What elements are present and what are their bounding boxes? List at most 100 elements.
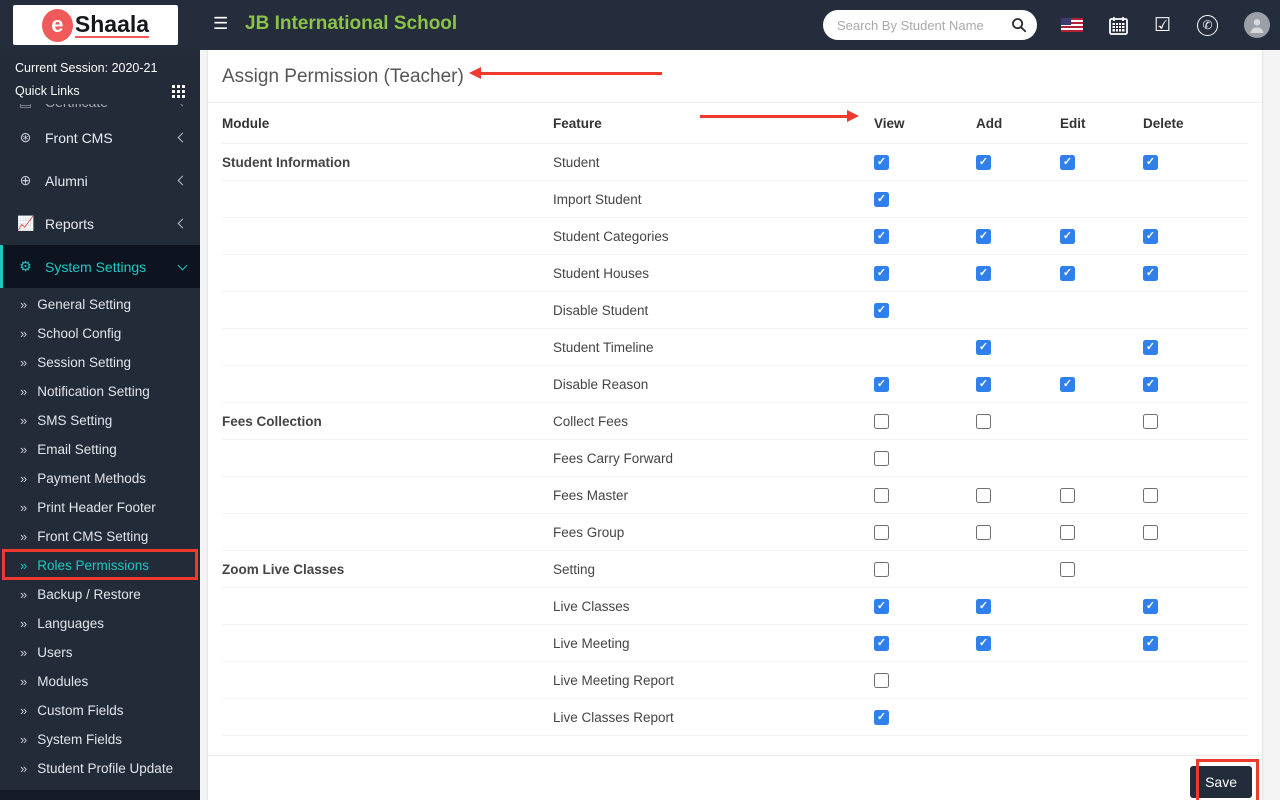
double-chevron-icon: » bbox=[20, 761, 28, 776]
permission-checkbox-add[interactable]: ✓ bbox=[976, 228, 991, 244]
submenu-item-label: SMS Setting bbox=[37, 413, 113, 428]
search-input[interactable] bbox=[837, 17, 1011, 33]
sidebar-item-alumni[interactable]: ⊕ Alumni bbox=[0, 159, 200, 202]
permission-checkbox-add[interactable]: ✓ bbox=[976, 265, 991, 281]
permission-checkbox-view[interactable]: ✓ bbox=[874, 709, 889, 725]
delete-cell: ✓ bbox=[1143, 143, 1248, 181]
permission-checkbox-edit[interactable]: ✓ bbox=[1060, 265, 1075, 281]
permission-checkbox-view[interactable] bbox=[874, 450, 889, 466]
permission-checkbox-edit[interactable] bbox=[1060, 487, 1075, 503]
permission-checkbox-view[interactable]: ✓ bbox=[874, 265, 889, 281]
permission-checkbox-add[interactable]: ✓ bbox=[976, 339, 991, 355]
delete-cell bbox=[1143, 550, 1248, 588]
hamburger-menu-icon[interactable]: ☰ bbox=[213, 14, 228, 34]
quick-links[interactable]: Quick Links bbox=[0, 75, 200, 104]
view-cell: ✓ bbox=[874, 624, 976, 662]
submenu-item-school-config[interactable]: » School Config bbox=[0, 319, 200, 348]
module-cell bbox=[222, 365, 553, 403]
permission-checkbox-view[interactable] bbox=[874, 561, 889, 577]
delete-cell bbox=[1143, 402, 1248, 440]
submenu-item-student-profile-update[interactable]: » Student Profile Update bbox=[0, 754, 200, 783]
permission-checkbox-add[interactable] bbox=[976, 524, 991, 540]
submenu-item-custom-fields[interactable]: » Custom Fields bbox=[0, 696, 200, 725]
permission-checkbox-delete[interactable] bbox=[1143, 524, 1158, 540]
permission-checkbox-add[interactable]: ✓ bbox=[976, 598, 991, 614]
permission-checkbox-edit[interactable] bbox=[1060, 561, 1075, 577]
submenu-item-email-setting[interactable]: » Email Setting bbox=[0, 435, 200, 464]
add-cell: ✓ bbox=[976, 143, 1060, 181]
sidebar-item-system-settings[interactable]: ⚙ System Settings bbox=[0, 245, 200, 288]
permission-checkbox-delete[interactable]: ✓ bbox=[1143, 635, 1158, 651]
search-icon[interactable] bbox=[1011, 17, 1027, 33]
permission-checkbox-add[interactable] bbox=[976, 413, 991, 429]
permission-checkbox-view[interactable]: ✓ bbox=[874, 635, 889, 651]
permission-checkbox-view[interactable] bbox=[874, 672, 889, 688]
submenu-item-print-header-footer[interactable]: » Print Header Footer bbox=[0, 493, 200, 522]
submenu-item-session-setting[interactable]: » Session Setting bbox=[0, 348, 200, 377]
view-cell: ✓ bbox=[874, 698, 976, 736]
user-avatar[interactable] bbox=[1244, 12, 1270, 38]
sidebar-item-certificate-clipped[interactable]: ▤ Certificate bbox=[0, 104, 200, 116]
permission-checkbox-add[interactable]: ✓ bbox=[976, 635, 991, 651]
table-row: Live Meeting ✓ ✓ ✓ bbox=[222, 624, 1248, 662]
permission-checkbox-view[interactable]: ✓ bbox=[874, 154, 889, 170]
double-chevron-icon: » bbox=[20, 442, 28, 457]
submenu-item-payment-methods[interactable]: » Payment Methods bbox=[0, 464, 200, 493]
permissions-table-wrap: Module Feature View Add Edit Delete Stud… bbox=[208, 103, 1262, 736]
permission-checkbox-delete[interactable]: ✓ bbox=[1143, 598, 1158, 614]
permission-checkbox-add[interactable]: ✓ bbox=[976, 376, 991, 392]
permission-checkbox-view[interactable]: ✓ bbox=[874, 376, 889, 392]
permission-checkbox-delete[interactable] bbox=[1143, 487, 1158, 503]
edit-cell bbox=[1060, 587, 1143, 625]
permission-checkbox-edit[interactable]: ✓ bbox=[1060, 376, 1075, 392]
permission-checkbox-view[interactable] bbox=[874, 487, 889, 503]
save-button[interactable]: Save bbox=[1190, 766, 1252, 798]
whatsapp-icon[interactable]: ✆ bbox=[1197, 14, 1218, 36]
app-logo[interactable]: e Shaala bbox=[13, 5, 178, 45]
permission-checkbox-view[interactable]: ✓ bbox=[874, 598, 889, 614]
table-row: Student Information Student ✓ ✓ ✓ ✓ bbox=[222, 143, 1248, 181]
sidebar-item-reports[interactable]: 📈 Reports bbox=[0, 202, 200, 245]
student-search bbox=[823, 10, 1037, 40]
submenu-item-sms-setting[interactable]: » SMS Setting bbox=[0, 406, 200, 435]
permission-checkbox-view[interactable]: ✓ bbox=[874, 302, 889, 318]
permission-checkbox-add[interactable]: ✓ bbox=[976, 154, 991, 170]
permission-checkbox-edit[interactable] bbox=[1060, 524, 1075, 540]
delete-cell bbox=[1143, 661, 1248, 699]
permission-checkbox-edit[interactable]: ✓ bbox=[1060, 154, 1075, 170]
submenu-item-modules[interactable]: » Modules bbox=[0, 667, 200, 696]
permission-checkbox-delete[interactable] bbox=[1143, 413, 1158, 429]
school-name-title: JB International School bbox=[245, 13, 458, 34]
add-cell bbox=[976, 513, 1060, 551]
double-chevron-icon: » bbox=[20, 471, 28, 486]
submenu-item-system-fields[interactable]: » System Fields bbox=[0, 725, 200, 754]
submenu-item-front-cms-setting[interactable]: » Front CMS Setting bbox=[0, 522, 200, 551]
permission-checkbox-edit[interactable]: ✓ bbox=[1060, 228, 1075, 244]
permission-checkbox-view[interactable] bbox=[874, 524, 889, 540]
submenu-item-general-setting[interactable]: » General Setting bbox=[0, 290, 200, 319]
permission-checkbox-delete[interactable]: ✓ bbox=[1143, 339, 1158, 355]
permission-checkbox-delete[interactable]: ✓ bbox=[1143, 265, 1158, 281]
double-chevron-icon: » bbox=[20, 645, 28, 660]
module-cell bbox=[222, 291, 553, 329]
submenu-item-languages[interactable]: » Languages bbox=[0, 609, 200, 638]
sidebar-item-front-cms[interactable]: ⊛ Front CMS bbox=[0, 116, 200, 159]
permission-checkbox-delete[interactable]: ✓ bbox=[1143, 376, 1158, 392]
submenu-item-notification-setting[interactable]: » Notification Setting bbox=[0, 377, 200, 406]
submenu-item-label: Roles Permissions bbox=[37, 558, 150, 573]
edit-cell bbox=[1060, 661, 1143, 699]
logo-e-icon: e bbox=[41, 8, 73, 42]
permission-checkbox-add[interactable] bbox=[976, 487, 991, 503]
submenu-item-roles-permissions[interactable]: » Roles Permissions bbox=[0, 549, 200, 580]
permission-checkbox-view[interactable]: ✓ bbox=[874, 228, 889, 244]
permission-checkbox-delete[interactable]: ✓ bbox=[1143, 228, 1158, 244]
submenu-item-users[interactable]: » Users bbox=[0, 638, 200, 667]
submenu-item-backup-restore[interactable]: » Backup / Restore bbox=[0, 580, 200, 609]
permission-checkbox-view[interactable] bbox=[874, 413, 889, 429]
permission-checkbox-delete[interactable]: ✓ bbox=[1143, 154, 1158, 170]
permission-checkbox-view[interactable]: ✓ bbox=[874, 191, 889, 207]
language-us-flag-icon[interactable] bbox=[1060, 18, 1083, 32]
table-row: Disable Reason ✓ ✓ ✓ ✓ bbox=[222, 365, 1248, 403]
tasks-icon[interactable]: ☑ bbox=[1154, 16, 1171, 35]
calendar-icon[interactable] bbox=[1109, 16, 1128, 35]
